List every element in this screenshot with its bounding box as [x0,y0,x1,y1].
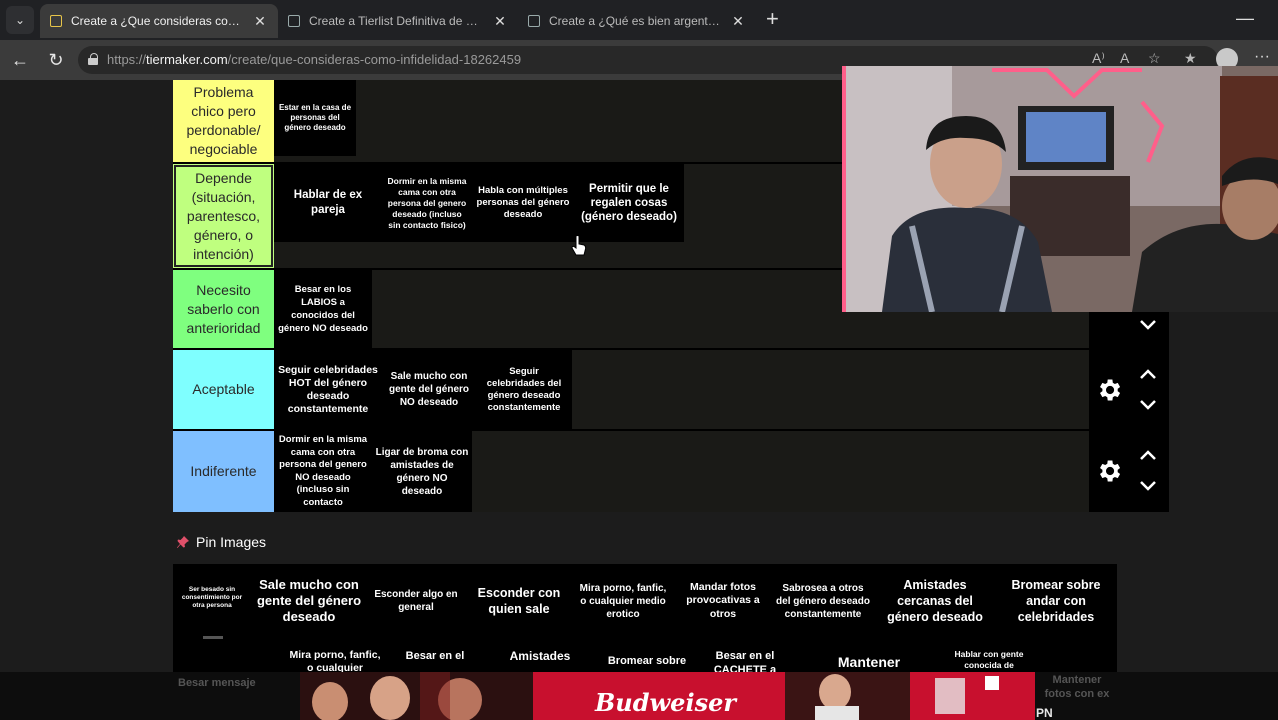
ad-badge: PN [1036,706,1053,720]
tier-item-card[interactable]: Sale mucho con gente del género NO desea… [382,350,476,429]
tier-controls [1089,350,1169,429]
pool-item-card[interactable]: Sabrosea a otros del género deseado cons… [773,564,873,638]
more-icon[interactable]: ··· [1254,48,1270,66]
move-down-chevron-icon[interactable] [1139,399,1157,411]
pool-item-card[interactable]: Sale mucho con gente del género deseado [251,564,367,638]
pool-item-card[interactable]: Mira porno, fanfic, o cualquier medio er… [573,564,673,638]
tier-label[interactable]: Aceptable [173,350,274,429]
tier-row: Aceptable Seguir celebridades HOT del gé… [173,350,1169,431]
tier-item-card[interactable]: Besar en los LABIOS a conocidos del géne… [274,270,372,348]
pool-item-card[interactable]: Esconder algo en general [367,564,465,638]
pool-item-card[interactable]: Esconder con quien sale [465,564,573,638]
tab-actions-menu-icon[interactable]: ⌄ [6,6,34,34]
back-icon[interactable]: ← [8,48,32,72]
tiermaker-favicon-icon [50,15,62,27]
tab-active[interactable]: Create a ¿Que consideras como infidelida… [40,4,278,38]
ad-photo-image [785,672,1035,720]
ad-photo-image [300,672,540,720]
text-size-icon[interactable]: A [1120,50,1129,66]
hand-cursor-icon [571,235,587,256]
tier-item-card[interactable]: Ligar de broma con amistades de género N… [372,431,472,512]
minimize-icon[interactable]: — [1236,8,1254,29]
tier-label[interactable]: Depende (situación, parentesco, género, … [173,164,274,268]
tier-label[interactable]: Necesito saberlo con anterioridad [173,270,274,348]
lock-icon [88,53,98,65]
pool-item-card[interactable]: Bromear sobre andar con celebridades [997,564,1115,638]
tier-item-card[interactable]: Estar en la casa de personas del género … [274,80,356,156]
budweiser-logo: Budweiser [595,688,736,717]
tab-2[interactable]: Create a Tierlist Definitiva de Comida ✕ [278,4,518,38]
read-aloud-icon[interactable]: A⁾ [1092,50,1105,67]
tier-controls [1089,431,1169,512]
pin-images-heading[interactable]: Pin Images [176,534,266,550]
tiermaker-favicon-icon [528,15,540,27]
tab-3[interactable]: Create a ¿Qué es bien argentino y qué no… [518,4,756,38]
url-text: https://tiermaker.com/create/que-conside… [107,52,522,67]
tab-title: Create a ¿Que consideras como infidelida… [71,14,244,28]
tier-item-card[interactable]: Dormir en la misma cama con otra persona… [274,431,372,512]
tier-row: Indiferente Dormir en la misma cama con … [173,431,1169,512]
webcam-overlay [842,66,1278,312]
close-tab-icon[interactable]: ✕ [252,13,268,30]
pin-images-label: Pin Images [196,534,267,550]
budweiser-panel: Budweiser [533,672,785,720]
close-tab-icon[interactable]: ✕ [730,13,746,30]
pool-item-card[interactable]: Mandar fotos provocativas a otros [673,564,773,638]
tier-item-card[interactable]: Permitir que le regalen cosas (género de… [574,164,684,242]
tab-bar: ⌄ Create a ¿Que consideras como infideli… [0,0,1278,40]
pool-item-card[interactable]: Ser besado sin consentimiento por otra p… [175,564,249,632]
move-down-chevron-icon[interactable] [1139,480,1157,492]
tier-item-card[interactable]: Seguir celebridades del género deseado c… [476,350,572,429]
move-up-chevron-icon[interactable] [1139,449,1157,461]
screen: ⌄ Create a ¿Que consideras como infideli… [0,0,1278,720]
new-tab-icon[interactable]: + [766,8,779,30]
pushpin-icon [177,536,189,548]
pool-item-card[interactable]: Amistades cercanas del género deseado [873,564,997,638]
favorites-icon[interactable]: ★ [1184,50,1197,67]
move-down-chevron-icon[interactable] [1139,319,1157,331]
drag-handle[interactable] [203,636,223,639]
tier-item-card[interactable]: Dormir en la misma cama con otra persona… [382,164,472,242]
move-up-chevron-icon[interactable] [1139,368,1157,380]
gear-icon[interactable] [1095,376,1123,404]
tier-item-card[interactable]: Seguir celebridades HOT del género desea… [274,350,382,429]
ad-banner[interactable]: Besar mensaje Mantener fotos con ex Budw… [0,672,1278,720]
tier-controls [1089,310,1169,350]
tab-title: Create a Tierlist Definitiva de Comida [309,14,484,28]
tier-label[interactable]: Problema chico pero perdonable/ negociab… [173,80,274,162]
reload-icon[interactable]: ↻ [44,48,68,72]
gear-icon[interactable] [1095,457,1123,485]
tab-title: Create a ¿Qué es bien argentino y qué no… [549,14,722,28]
faded-pool-item: Mantener fotos con ex [1044,674,1110,700]
tier-item-card[interactable]: Habla con múltiples personas del género … [472,164,574,242]
close-tab-icon[interactable]: ✕ [492,13,508,30]
faded-pool-item: Besar mensaje [178,677,256,689]
favorite-star-icon[interactable]: ☆ [1148,50,1161,67]
tiermaker-favicon-icon [288,15,300,27]
tier-item-card[interactable]: Hablar de ex pareja [274,164,382,242]
tier-label[interactable]: Indiferente [173,431,274,512]
